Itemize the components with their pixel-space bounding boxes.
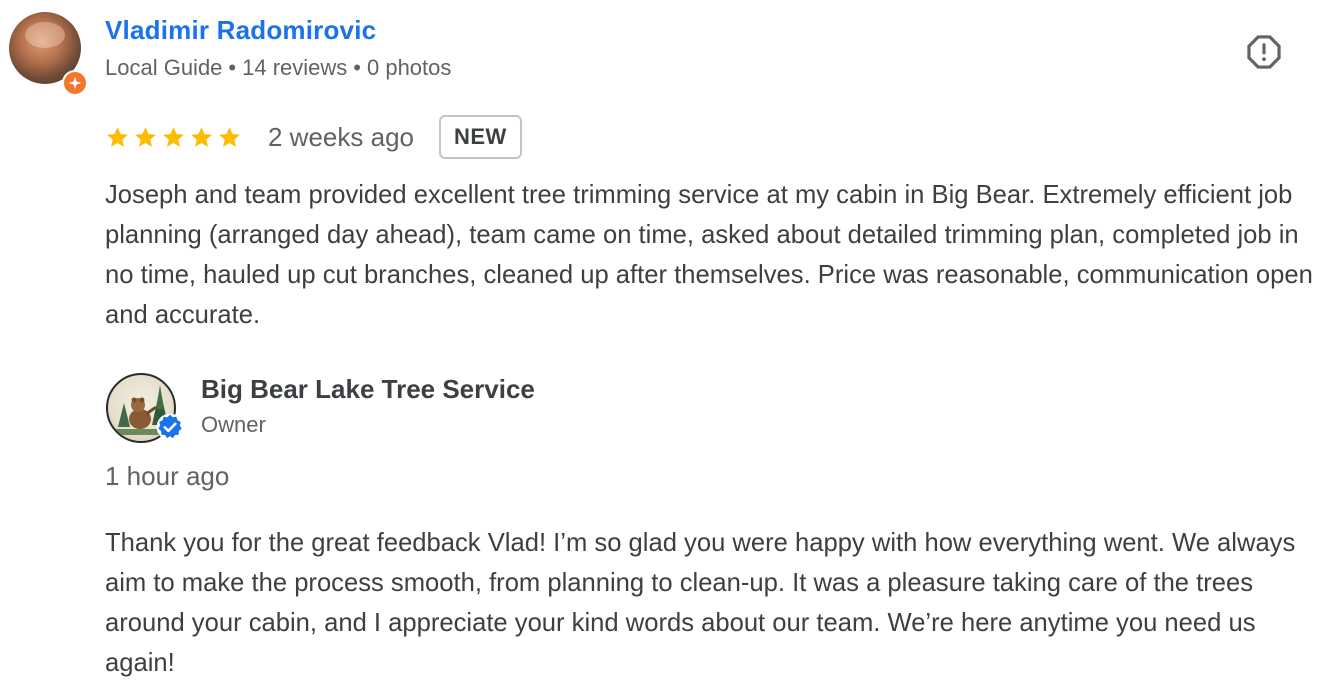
star-icon	[135, 126, 156, 147]
owner-name[interactable]: Big Bear Lake Tree Service	[201, 374, 535, 405]
owner-role: Owner	[201, 412, 266, 437]
star-icon	[163, 126, 184, 147]
report-flag-icon	[1247, 35, 1281, 69]
star-icon	[191, 126, 212, 147]
review-text: Joseph and team provided excellent tree …	[105, 181, 1313, 329]
verified-check-icon	[156, 413, 184, 441]
reviewer-meta: Local Guide • 14 reviews • 0 photos	[105, 55, 451, 81]
photos-count: 0 photos	[366, 55, 452, 80]
avatar-face-highlight	[25, 22, 65, 48]
star-rating	[105, 125, 242, 150]
new-badge: NEW	[438, 115, 522, 159]
meta-separator: •	[353, 55, 361, 80]
reviewer-level: Local Guide	[105, 55, 223, 80]
reply-time: 1 hour ago	[105, 461, 230, 491]
rating-row: 2 weeks ago NEW	[105, 113, 522, 161]
reviewer-avatar[interactable]	[9, 12, 88, 96]
reply-text: Thank you for the great feedback Vlad! I…	[105, 529, 1296, 677]
star-icon	[219, 126, 240, 147]
reviewer-name[interactable]: Vladimir Radomirovic	[105, 15, 376, 46]
review-time: 2 weeks ago	[268, 121, 414, 152]
report-review-button[interactable]	[1244, 32, 1284, 72]
star-icon	[107, 126, 128, 147]
meta-separator: •	[228, 55, 237, 80]
local-guide-badge-icon	[62, 70, 88, 96]
reviews-count: 14 reviews	[242, 55, 348, 80]
